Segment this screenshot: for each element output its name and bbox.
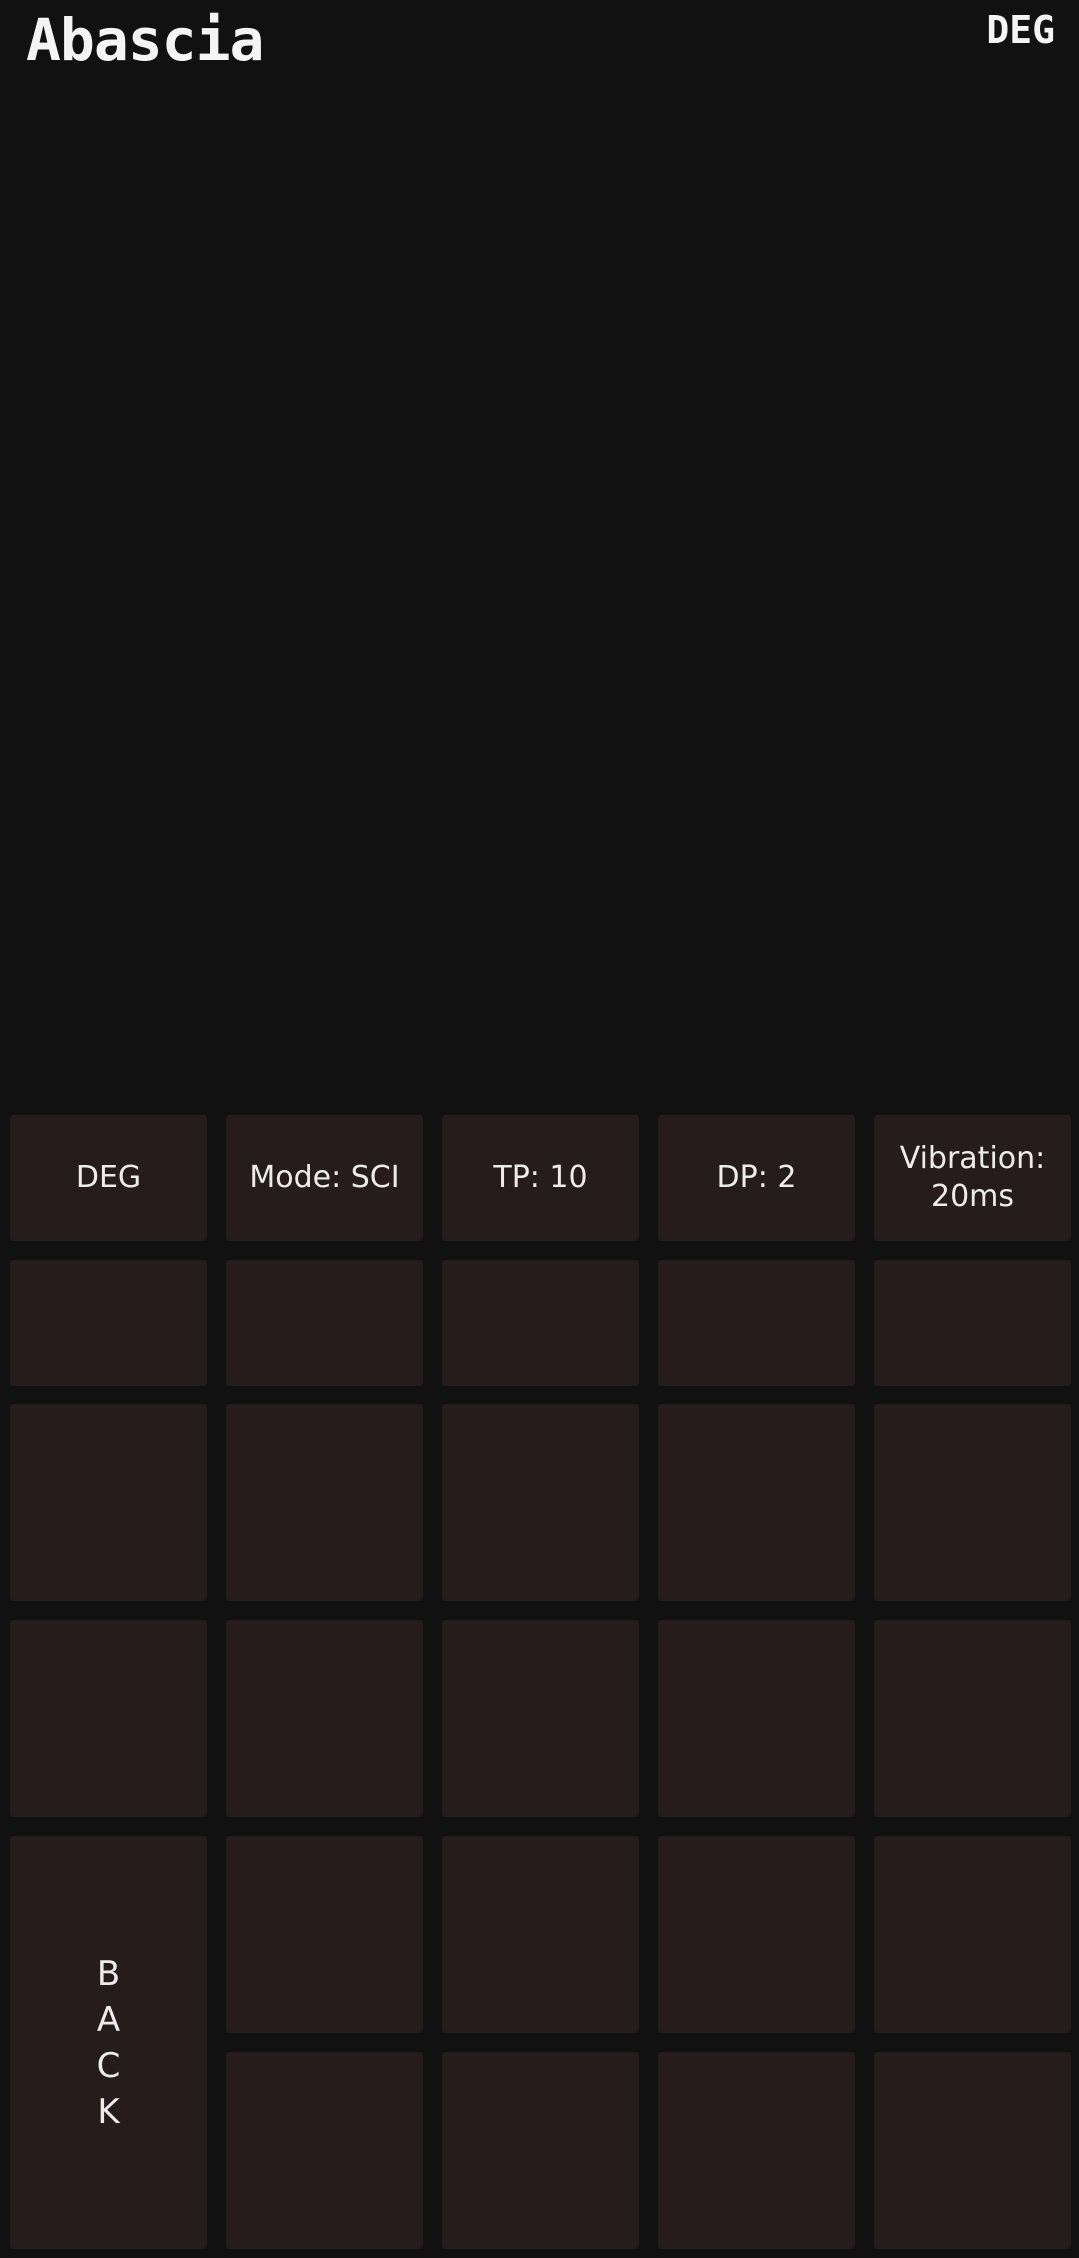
blank-key[interactable] <box>874 2052 1071 2249</box>
blank-key[interactable] <box>442 1620 639 1817</box>
keypad: DEG Mode: SCI TP: 10 DP: 2 Vibration: 20… <box>0 1115 1079 2252</box>
dp-button[interactable]: DP: 2 <box>658 1115 855 1241</box>
blank-key[interactable] <box>658 1404 855 1601</box>
vibration-button[interactable]: Vibration: 20ms <box>874 1115 1071 1241</box>
tp-button[interactable]: TP: 10 <box>442 1115 639 1241</box>
blank-key[interactable] <box>874 1836 1071 2033</box>
blank-key[interactable] <box>10 1620 207 1817</box>
blank-key[interactable] <box>442 2052 639 2249</box>
blank-key[interactable] <box>442 1836 639 2033</box>
app-title: Abascia <box>26 6 264 74</box>
back-button[interactable]: B A C K <box>10 1836 207 2249</box>
back-letter: A <box>96 1999 121 2040</box>
blank-key[interactable] <box>874 1620 1071 1817</box>
angle-mode-button[interactable]: DEG <box>10 1115 207 1241</box>
blank-key[interactable] <box>658 2052 855 2249</box>
blank-key[interactable] <box>10 1404 207 1601</box>
mode-button[interactable]: Mode: SCI <box>226 1115 423 1241</box>
vibration-label: Vibration: <box>899 1141 1046 1176</box>
blank-key[interactable] <box>226 1404 423 1601</box>
back-letter: C <box>96 2045 121 2086</box>
blank-key[interactable] <box>10 1260 207 1386</box>
back-letter: B <box>96 1953 121 1994</box>
blank-key[interactable] <box>226 2052 423 2249</box>
blank-key[interactable] <box>874 1260 1071 1386</box>
blank-key[interactable] <box>226 1836 423 2033</box>
blank-key[interactable] <box>874 1404 1071 1601</box>
blank-key[interactable] <box>442 1260 639 1386</box>
back-letter: K <box>97 2091 120 2132</box>
blank-key[interactable] <box>226 1260 423 1386</box>
blank-key[interactable] <box>658 1836 855 2033</box>
calculator-display <box>0 80 1079 1110</box>
blank-key[interactable] <box>658 1620 855 1817</box>
blank-key[interactable] <box>442 1404 639 1601</box>
blank-key[interactable] <box>226 1620 423 1817</box>
vibration-value: 20ms <box>930 1179 1015 1214</box>
blank-key[interactable] <box>658 1260 855 1386</box>
angle-mode-indicator: DEG <box>986 8 1055 52</box>
